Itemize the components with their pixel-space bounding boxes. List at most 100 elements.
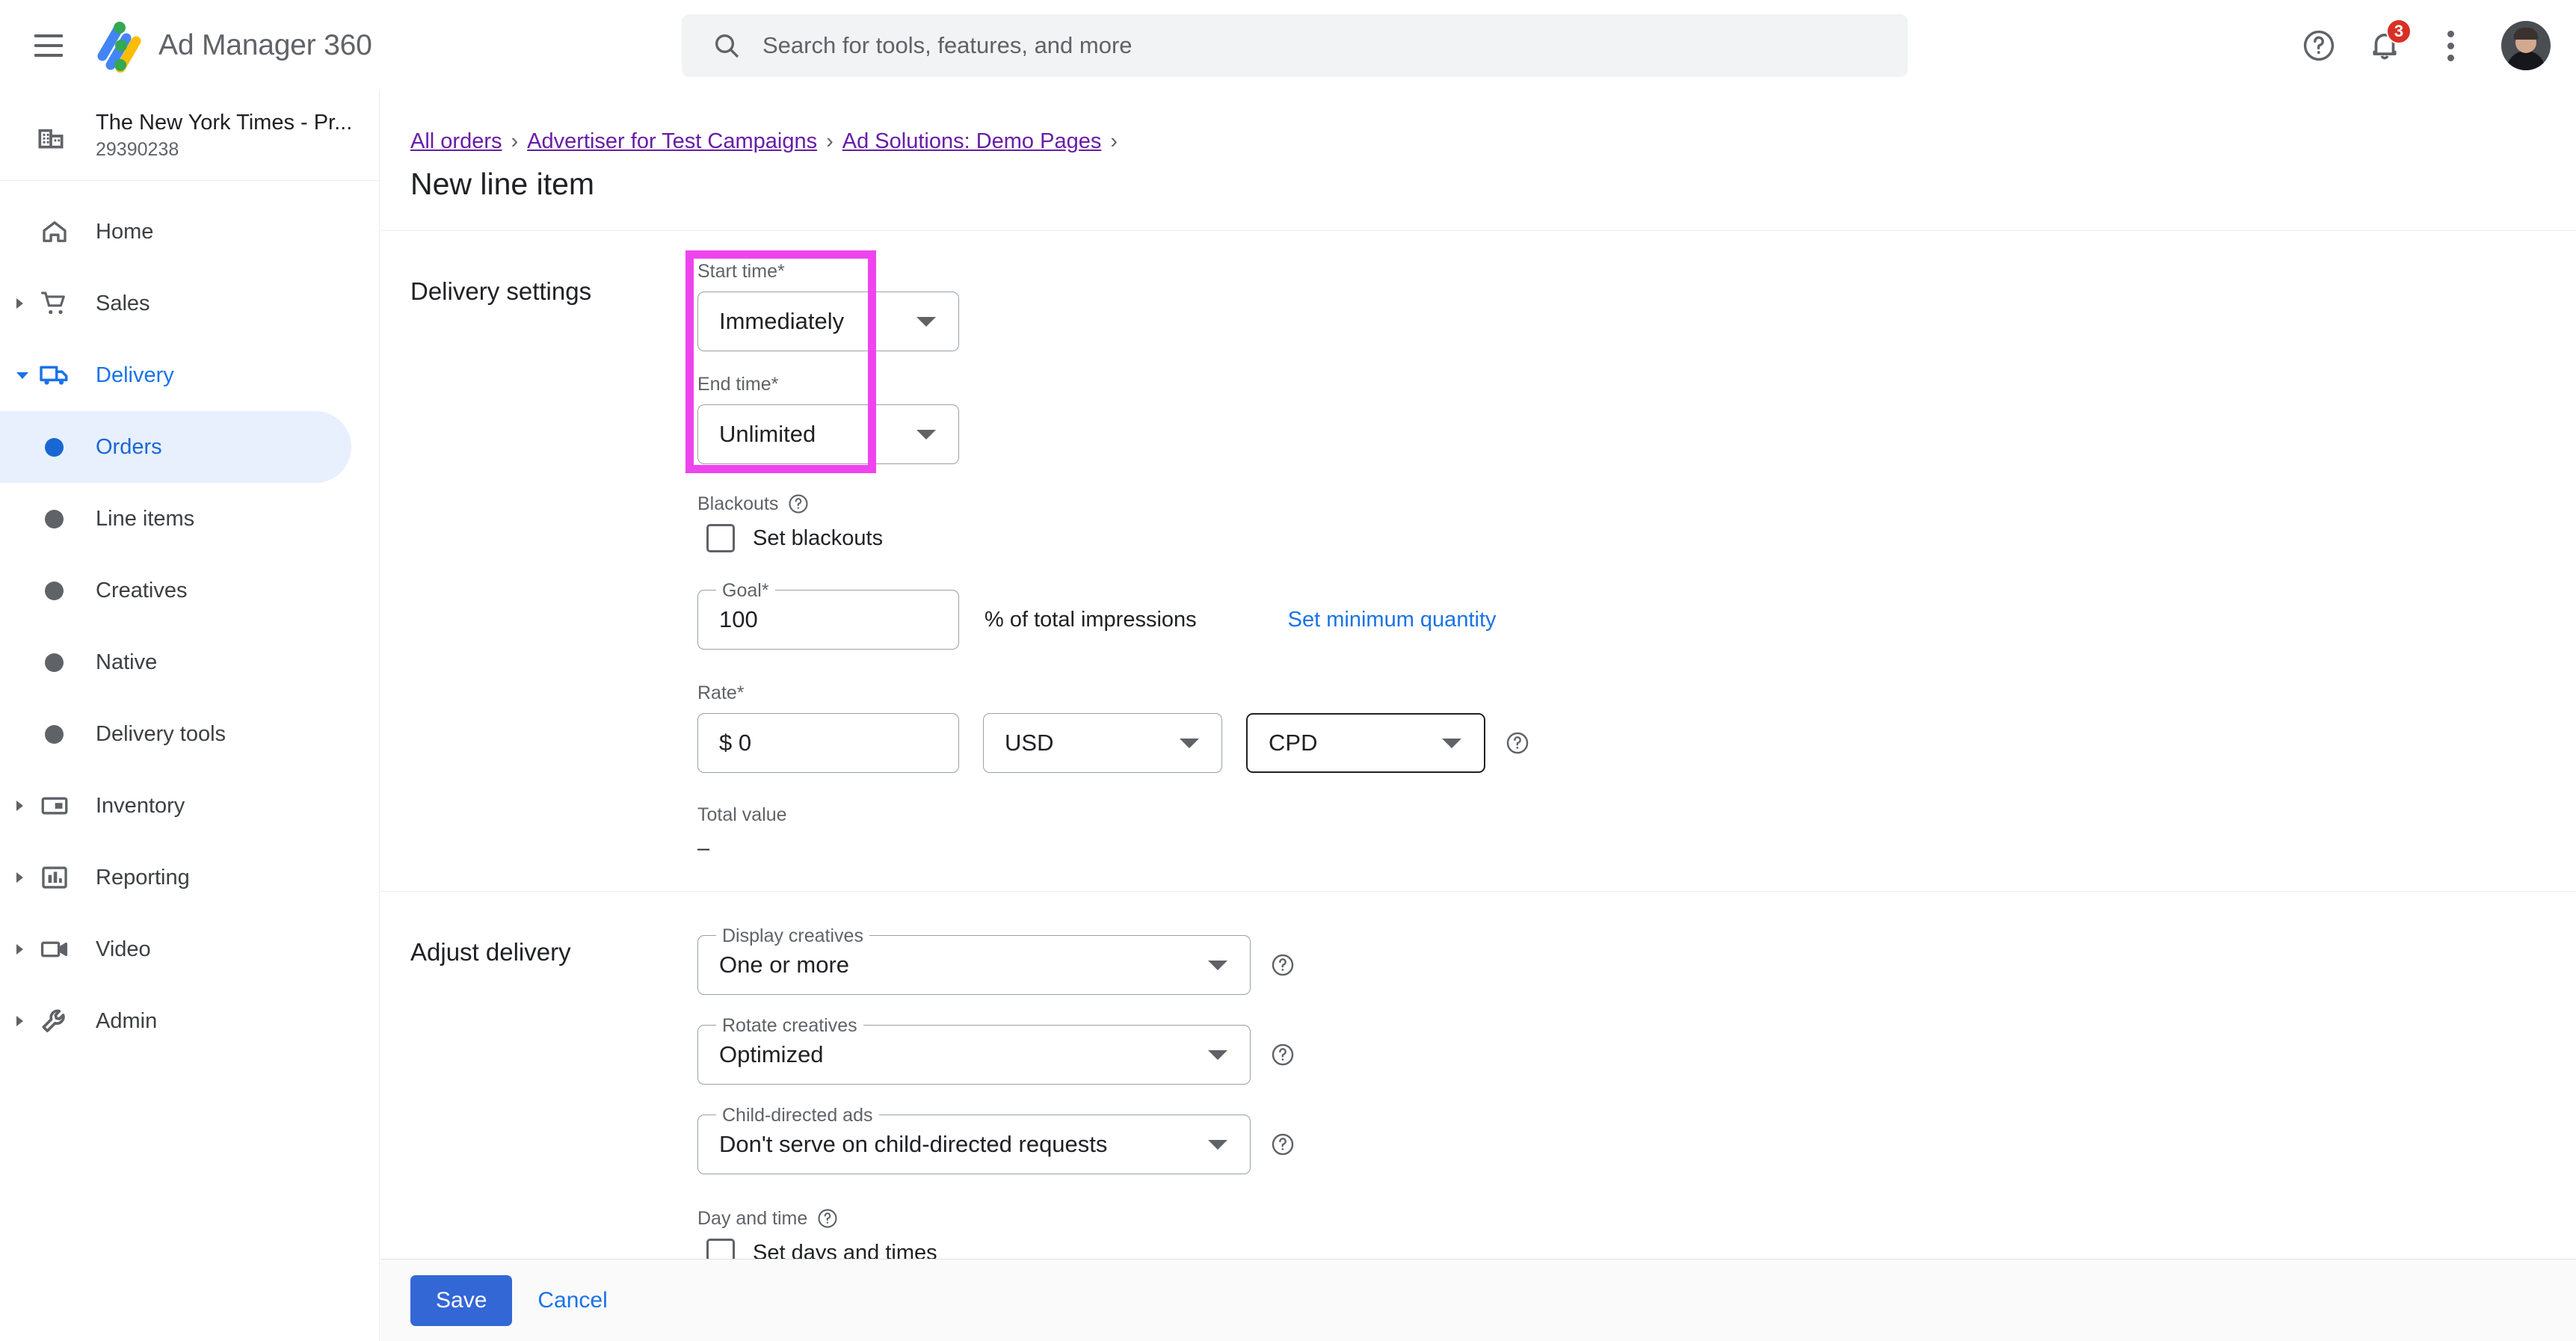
- search-placeholder: Search for tools, features, and more: [762, 32, 1133, 58]
- bullet-dot-icon: [45, 437, 64, 457]
- goal-label: Goal*: [716, 580, 775, 601]
- sidebar-item-orders[interactable]: Orders: [0, 411, 351, 483]
- sidebar-item-reporting[interactable]: Reporting: [0, 842, 379, 913]
- sidebar-item-home[interactable]: Home: [0, 196, 379, 268]
- bullet-dot-icon: [45, 509, 64, 528]
- sidebar-item-delivery[interactable]: Delivery: [0, 339, 379, 411]
- rotate-creatives-select[interactable]: Rotate creatives Optimized: [697, 1015, 1251, 1085]
- bar-chart-icon: [37, 860, 72, 895]
- start-time-value: Immediately: [719, 308, 845, 334]
- end-time-select[interactable]: Unlimited: [697, 404, 959, 464]
- chevron-right-icon: [16, 944, 23, 955]
- sidebar-item-inventory[interactable]: Inventory: [0, 770, 379, 842]
- set-minimum-quantity-link[interactable]: Set minimum quantity: [1288, 608, 1497, 632]
- truck-icon: [37, 358, 72, 392]
- help-circle-icon[interactable]: [1270, 1042, 1295, 1067]
- breadcrumb-separator: ›: [826, 129, 833, 153]
- breadcrumb: All orders › Advertiser for Test Campaigns…: [410, 127, 2576, 155]
- sidebar-item-label: Native: [96, 650, 158, 674]
- sidebar-item-label: Delivery tools: [96, 721, 227, 746]
- sidebar-item-label: Sales: [96, 291, 150, 315]
- start-time-select[interactable]: Immediately: [697, 292, 959, 351]
- home-icon: [37, 215, 72, 249]
- help-circle-icon[interactable]: [787, 493, 810, 515]
- search-input[interactable]: Search for tools, features, and more: [682, 14, 1908, 77]
- breadcrumb-item-order[interactable]: Ad Solutions: Demo Pages: [842, 129, 1102, 153]
- set-blackouts-label: Set blackouts: [753, 525, 884, 550]
- page-title: New line item: [410, 167, 595, 201]
- rate-amount-value: $ 0: [719, 730, 752, 756]
- chevron-right-icon: [16, 298, 23, 309]
- sidebar-item-label: Orders: [96, 434, 162, 459]
- child-directed-ads-select[interactable]: Child-directed ads Don't serve on child-…: [697, 1105, 1251, 1174]
- bullet-dot-icon: [45, 653, 64, 672]
- blackouts-label: Blackouts: [697, 493, 779, 514]
- bell-icon[interactable]: 3: [2352, 13, 2418, 78]
- sidebar-item-label: Line items: [96, 506, 195, 531]
- breadcrumb-separator: ›: [1110, 129, 1118, 153]
- building-icon: [34, 120, 67, 152]
- display-creatives-select[interactable]: Display creatives One or more: [697, 925, 1251, 995]
- sidebar-item-delivery-tools[interactable]: Delivery tools: [0, 698, 379, 770]
- breadcrumb-item-advertiser[interactable]: Advertiser for Test Campaigns: [527, 129, 817, 153]
- set-blackouts-checkbox-row[interactable]: Set blackouts: [706, 524, 2576, 552]
- rate-type-value: CPD: [1269, 730, 1318, 756]
- sidebar-item-video[interactable]: Video: [0, 913, 379, 985]
- app-logo-and-title[interactable]: Ad Manager 360: [96, 19, 372, 73]
- goal-value: 100: [719, 606, 758, 632]
- sidebar: The New York Times - Pr... 29390238 Home: [0, 91, 380, 1341]
- network-selector[interactable]: The New York Times - Pr... 29390238: [0, 91, 379, 181]
- sidebar-item-native[interactable]: Native: [0, 626, 379, 698]
- cancel-button[interactable]: Cancel: [537, 1288, 607, 1313]
- chevron-right-icon: [16, 801, 23, 811]
- sidebar-item-label: Video: [96, 937, 151, 961]
- header-actions: 3: [2286, 0, 2551, 91]
- wrench-icon: [37, 1004, 72, 1038]
- form-footer: Save Cancel: [380, 1259, 2576, 1341]
- kebab-menu-icon[interactable]: [2418, 13, 2483, 78]
- video-camera-icon: [37, 932, 72, 967]
- breadcrumb-item-all-orders[interactable]: All orders: [410, 129, 502, 153]
- chevron-down-icon: [1180, 738, 1199, 748]
- set-blackouts-checkbox[interactable]: [706, 524, 735, 552]
- section-title: Delivery settings: [410, 277, 592, 305]
- rate-type-select[interactable]: CPD: [1246, 713, 1485, 773]
- hamburger-menu-icon[interactable]: [34, 28, 70, 64]
- help-circle-icon[interactable]: [1270, 1132, 1295, 1157]
- app-title: Ad Manager 360: [158, 29, 372, 61]
- rate-amount-input[interactable]: $ 0: [697, 713, 959, 773]
- chevron-down-icon: [1208, 1049, 1227, 1060]
- goal-input[interactable]: Goal* 100: [697, 580, 959, 650]
- start-time-label: Start time*: [697, 261, 785, 282]
- sidebar-item-sales[interactable]: Sales: [0, 268, 379, 339]
- child-directed-ads-value: Don't serve on child-directed requests: [719, 1131, 1108, 1157]
- help-circle-icon[interactable]: [1505, 730, 1530, 756]
- child-directed-ads-label: Child-directed ads: [716, 1105, 879, 1126]
- end-time-value: Unlimited: [719, 421, 816, 447]
- save-button[interactable]: Save: [410, 1274, 513, 1326]
- sidebar-item-admin[interactable]: Admin: [0, 985, 379, 1057]
- sidebar-item-line-items[interactable]: Line items: [0, 483, 379, 555]
- help-circle-icon[interactable]: [2286, 13, 2352, 78]
- rotate-creatives-label: Rotate creatives: [716, 1015, 863, 1036]
- cart-icon: [37, 286, 72, 321]
- help-circle-icon[interactable]: [1270, 952, 1295, 978]
- help-circle-icon[interactable]: [816, 1207, 839, 1230]
- rate-currency-value: USD: [1005, 730, 1054, 756]
- sidebar-item-creatives[interactable]: Creatives: [0, 555, 379, 626]
- rate-label: Rate*: [697, 682, 745, 703]
- sidebar-item-label: Admin: [96, 1008, 158, 1033]
- breadcrumb-separator: ›: [511, 129, 519, 153]
- bullet-dot-icon: [45, 724, 64, 744]
- rate-currency-select[interactable]: USD: [983, 713, 1222, 773]
- total-value-label: Total value: [697, 804, 787, 825]
- user-avatar[interactable]: [2501, 21, 2551, 70]
- goal-unit-text: % of total impressions: [985, 607, 1197, 632]
- display-creatives-value: One or more: [719, 952, 850, 978]
- sidebar-item-label: Reporting: [96, 865, 190, 890]
- sidebar-item-label: Delivery: [96, 363, 174, 387]
- chevron-down-icon: [916, 429, 936, 440]
- chevron-down-icon: [16, 372, 28, 379]
- notification-badge: 3: [2386, 19, 2412, 44]
- sidebar-item-label: Home: [96, 219, 154, 244]
